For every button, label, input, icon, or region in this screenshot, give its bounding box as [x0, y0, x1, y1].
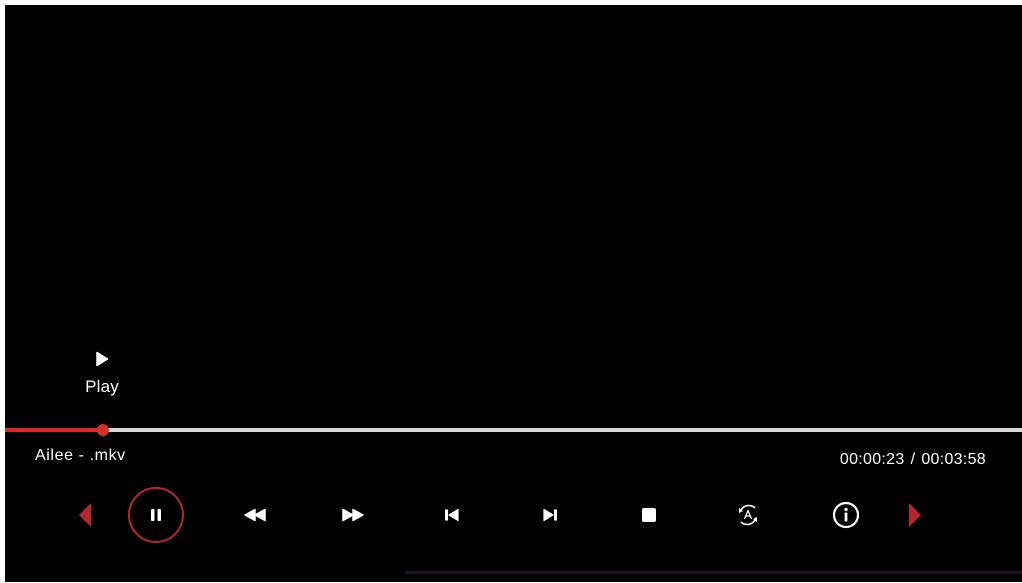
skip-next-button[interactable] — [520, 483, 580, 547]
play-status-indicator: Play — [77, 351, 127, 397]
fast-forward-icon — [342, 508, 364, 522]
skip-previous-icon — [445, 508, 459, 522]
rewind-button[interactable] — [225, 483, 285, 547]
play-status-label: Play — [85, 377, 119, 396]
current-time: 00:00:23 — [839, 451, 905, 468]
audio-track-button[interactable] — [718, 483, 778, 547]
stop-button[interactable] — [619, 483, 679, 547]
prev-page-arrow-icon — [79, 503, 91, 527]
info-button[interactable] — [816, 483, 876, 547]
pause-button[interactable] — [126, 483, 186, 547]
seek-bar-fill — [5, 428, 103, 432]
video-player-screen: Play Ailee - .mkv 00:00:23 / 00:03:58 — [5, 5, 1022, 582]
time-display: 00:00:23 / 00:03:58 — [840, 451, 986, 469]
next-page-button[interactable] — [885, 483, 945, 547]
time-separator: / — [910, 451, 916, 468]
control-bar — [5, 483, 1022, 547]
prev-page-button[interactable] — [55, 483, 115, 547]
pause-icon — [151, 509, 161, 521]
stop-icon — [642, 508, 656, 522]
next-page-arrow-icon — [909, 503, 921, 527]
seek-bar-track[interactable] — [5, 428, 1022, 432]
info-icon — [832, 501, 860, 529]
total-time: 00:03:58 — [921, 451, 986, 468]
seek-bar[interactable] — [5, 424, 1022, 436]
bottom-divider — [405, 571, 1022, 574]
seek-bar-thumb[interactable] — [96, 424, 109, 436]
pause-focus-ring — [128, 487, 184, 543]
file-name: Ailee - .mkv — [35, 447, 126, 464]
rewind-icon — [244, 508, 266, 522]
skip-previous-button[interactable] — [422, 483, 482, 547]
play-icon — [96, 351, 109, 367]
audio-track-icon — [739, 504, 757, 526]
fast-forward-button[interactable] — [323, 483, 383, 547]
skip-next-icon — [543, 508, 557, 522]
